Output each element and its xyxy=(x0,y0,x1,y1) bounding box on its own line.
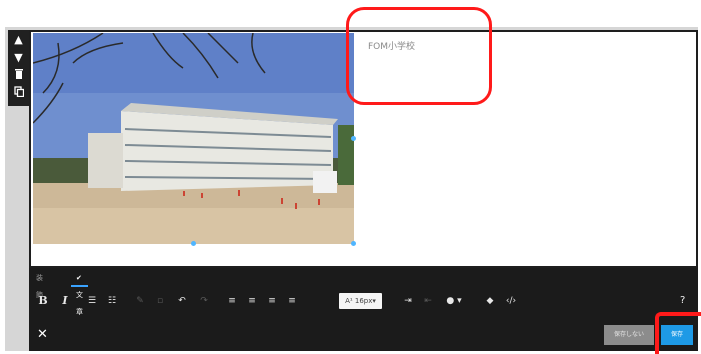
school-photo[interactable] xyxy=(33,33,354,244)
bold-button[interactable]: B xyxy=(37,291,49,311)
redo-icon[interactable]: ↷ xyxy=(197,291,211,311)
trash-icon[interactable] xyxy=(8,67,29,85)
numbered-list-icon[interactable]: ☷ xyxy=(105,291,119,311)
outdent-icon[interactable]: ⇤ xyxy=(421,291,435,311)
copy-icon[interactable] xyxy=(8,85,29,103)
align-left-icon[interactable]: ≡ xyxy=(225,291,239,311)
close-button[interactable]: ✕ xyxy=(37,327,48,342)
link-icon[interactable]: ✎ xyxy=(133,291,147,311)
block-side-toolbar: ▲ ▼ xyxy=(8,30,29,106)
indent-icon[interactable]: ⇥ xyxy=(401,291,415,311)
tab-text[interactable]: ✔ 文章 xyxy=(71,270,88,316)
eraser-icon[interactable]: ◆ xyxy=(483,291,497,311)
unlink-icon[interactable]: ▫ xyxy=(153,291,167,311)
chevron-down-icon[interactable]: ▼ xyxy=(8,49,29,67)
format-toolbar: B I ☰ ☷ ✎ ▫ ↶ ↷ ≡ ≡ ≡ ≡ A¹ 16px▾ ⇥ ⇤ ● ▾… xyxy=(29,291,698,311)
italic-button[interactable]: I xyxy=(59,291,71,311)
action-bar: ✕ 保存しない 保存 xyxy=(29,322,698,351)
resize-handle[interactable] xyxy=(351,241,356,246)
resize-handle[interactable] xyxy=(191,241,196,246)
align-center-icon[interactable]: ≡ xyxy=(245,291,259,311)
resize-handle[interactable] xyxy=(351,136,356,141)
tab-design[interactable]: 装飾 xyxy=(36,270,43,299)
align-right-icon[interactable]: ≡ xyxy=(265,291,279,311)
highlight-box xyxy=(346,7,492,105)
highlight-box xyxy=(655,312,701,354)
align-justify-icon[interactable]: ≡ xyxy=(285,291,299,311)
no-save-button[interactable]: 保存しない xyxy=(604,325,654,345)
undo-icon[interactable]: ↶ xyxy=(175,291,189,311)
bullet-list-icon[interactable]: ☰ xyxy=(85,291,99,311)
help-button[interactable]: ? xyxy=(680,291,685,311)
color-picker-icon[interactable]: ● ▾ xyxy=(443,291,465,311)
code-icon[interactable]: ‹/› xyxy=(503,291,519,311)
font-size-select[interactable]: A¹ 16px▾ xyxy=(339,293,382,309)
chevron-up-icon[interactable]: ▲ xyxy=(8,31,29,49)
